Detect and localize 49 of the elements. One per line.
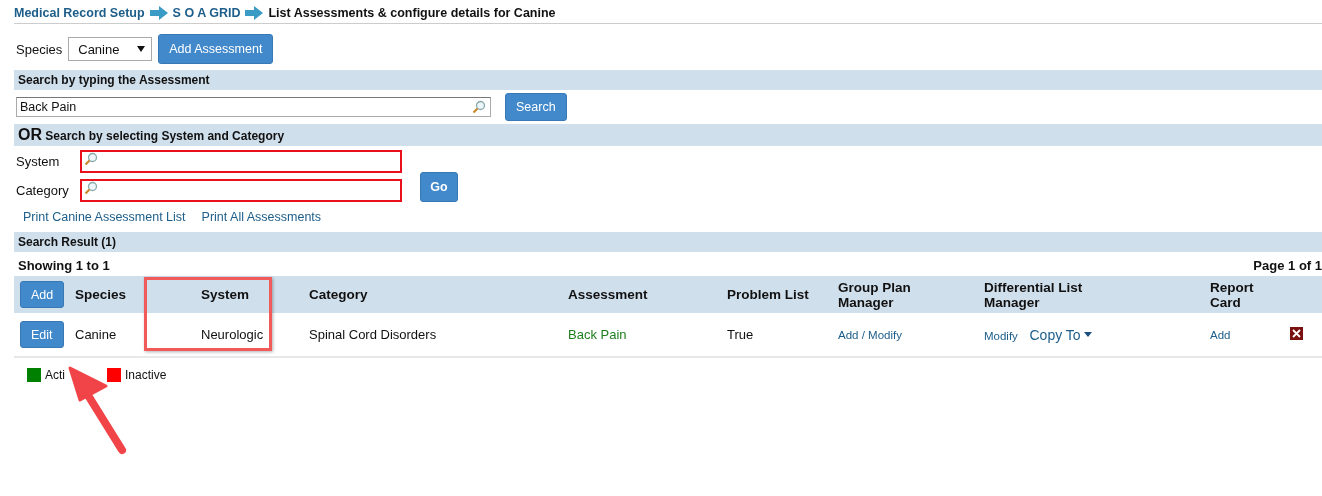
add-assessment-button[interactable]: Add Assessment (158, 34, 274, 64)
caret-icon (1083, 332, 1092, 337)
copy-to-dropdown[interactable]: Copy To (1029, 326, 1092, 343)
go-button[interactable]: Go (420, 172, 458, 202)
species-label: Species (16, 41, 63, 57)
section-header: OR Search by selecting System and Category (14, 124, 1322, 146)
table-cell: Spinal Cord Disorders (309, 327, 437, 342)
result-count: Showing 1 to 1 (18, 258, 110, 273)
breadcrumb-link[interactable]: S O A GRID (172, 5, 241, 20)
search-icon (84, 181, 98, 195)
table-cell: Back Pain (568, 327, 627, 342)
print-link[interactable]: Print Canine Assessment List (23, 210, 186, 224)
legend-label: Acti (45, 368, 65, 382)
search-button[interactable]: Search (505, 93, 567, 121)
breadcrumb-current: List Assessments & configure details for Canine (268, 5, 556, 20)
search-icon (84, 152, 98, 166)
add-modify-link[interactable]: Add / Modify (838, 329, 902, 341)
add-link[interactable]: Add (1210, 329, 1231, 341)
lookup-field[interactable] (80, 150, 402, 173)
column-header: Category (309, 287, 368, 302)
column-header: Report Card (1210, 279, 1255, 310)
add-button[interactable]: Add (20, 281, 65, 308)
column-header: Assessment (568, 287, 648, 302)
arrow-icon (149, 5, 168, 20)
legend-label: Inactive (125, 368, 167, 382)
print-link[interactable]: Print All Assessments (201, 210, 322, 224)
column-header: Differential List Manager (984, 279, 1084, 310)
column-header: Species (75, 287, 127, 302)
search-icon (472, 100, 486, 114)
field-label: Category (16, 183, 70, 198)
breadcrumb-link[interactable]: Medical Record Setup (14, 5, 145, 20)
field-label: System (16, 154, 61, 169)
table-cell-text: Neurologic (200, 327, 264, 342)
modify-link[interactable]: Modify (984, 329, 1018, 342)
page-indicator: Page 1 of 1 (1253, 258, 1322, 273)
column-header: System (200, 287, 250, 302)
lookup-field[interactable] (80, 179, 402, 202)
search-field[interactable]: Back Pain (16, 97, 491, 117)
delete-icon[interactable] (1290, 326, 1303, 340)
edit-button[interactable]: Edit (20, 321, 64, 348)
column-header: Group Plan Manager (838, 279, 912, 310)
section-header: Search by typing the Assessment (14, 70, 1322, 90)
table-cell: True (727, 327, 754, 342)
column-header: Problem List (727, 287, 809, 302)
table-cell: Canine (75, 327, 117, 342)
species-dropdown[interactable]: Canine (68, 37, 153, 61)
section-header: Search Result (1) (14, 232, 1322, 252)
caret-icon (137, 46, 146, 52)
arrow-icon (245, 5, 264, 20)
